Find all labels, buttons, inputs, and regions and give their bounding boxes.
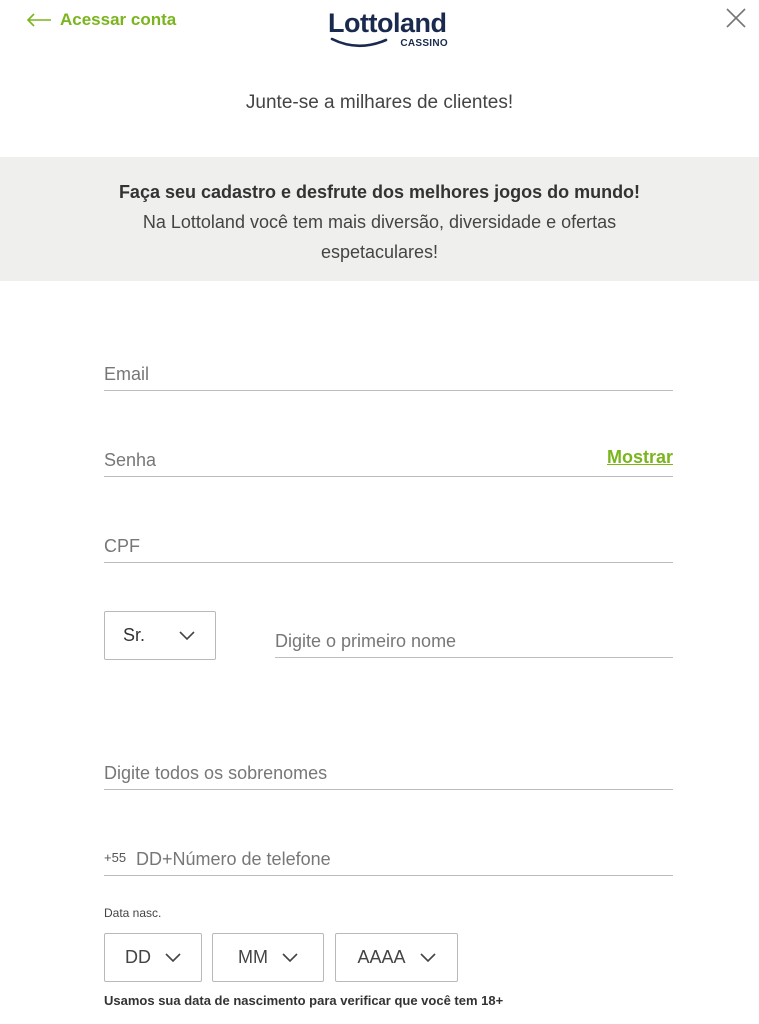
banner-body: Na Lottoland você tem mais diversão, div… [142, 212, 617, 262]
title-select-value: Sr. [123, 625, 146, 645]
email-field[interactable] [104, 359, 673, 389]
dob-note: Usamos sua data de nascimento para verif… [104, 993, 504, 1008]
last-name-field[interactable] [104, 758, 673, 788]
chevron-down-icon [282, 952, 298, 962]
dob-month-select[interactable]: MM [212, 933, 324, 982]
dob-day-value: DD [125, 947, 151, 967]
join-heading: Junte-se a milhares de clientes! [245, 92, 514, 113]
title-select[interactable]: Sr. [104, 611, 216, 660]
cpf-field-wrapper [104, 531, 673, 563]
phone-field-wrapper: +55 [104, 844, 673, 876]
close-icon[interactable] [724, 6, 748, 30]
email-field-wrapper [104, 359, 673, 391]
first-name-field-wrapper [275, 626, 673, 658]
dob-month-value: MM [238, 947, 268, 967]
lottoland-logo: Lottoland CASSINO [328, 8, 450, 52]
logo-subtitle: CASSINO [400, 38, 448, 49]
arrow-left-icon [26, 13, 51, 27]
back-link-label: Acessar conta [60, 10, 177, 29]
phone-field[interactable] [104, 844, 673, 874]
cpf-field[interactable] [104, 531, 673, 561]
dob-year-select[interactable]: AAAA [335, 933, 458, 982]
dob-label: Data nasc. [104, 906, 162, 920]
password-field-wrapper: Mostrar [104, 445, 673, 477]
dob-day-select[interactable]: DD [104, 933, 202, 982]
logo-wordmark: Lottoland [328, 8, 447, 38]
show-password-link[interactable]: Mostrar [607, 447, 673, 468]
phone-prefix: +55 [104, 850, 127, 865]
logo-swoosh-icon [330, 37, 388, 48]
chevron-down-icon [419, 952, 436, 962]
back-to-login-link[interactable]: Acessar conta [26, 10, 176, 30]
password-field[interactable] [104, 445, 673, 475]
promo-banner: Faça seu cadastro e desfrute dos melhore… [0, 157, 759, 281]
last-name-field-wrapper [104, 758, 673, 790]
chevron-down-icon [165, 952, 181, 962]
registration-page: Acessar conta Lottoland CASSINO Junte-se… [0, 0, 759, 1024]
banner-title: Faça seu cadastro e desfrute dos melhore… [118, 182, 641, 202]
dob-year-value: AAAA [357, 947, 406, 967]
first-name-field[interactable] [275, 626, 673, 656]
chevron-down-icon [179, 630, 195, 640]
